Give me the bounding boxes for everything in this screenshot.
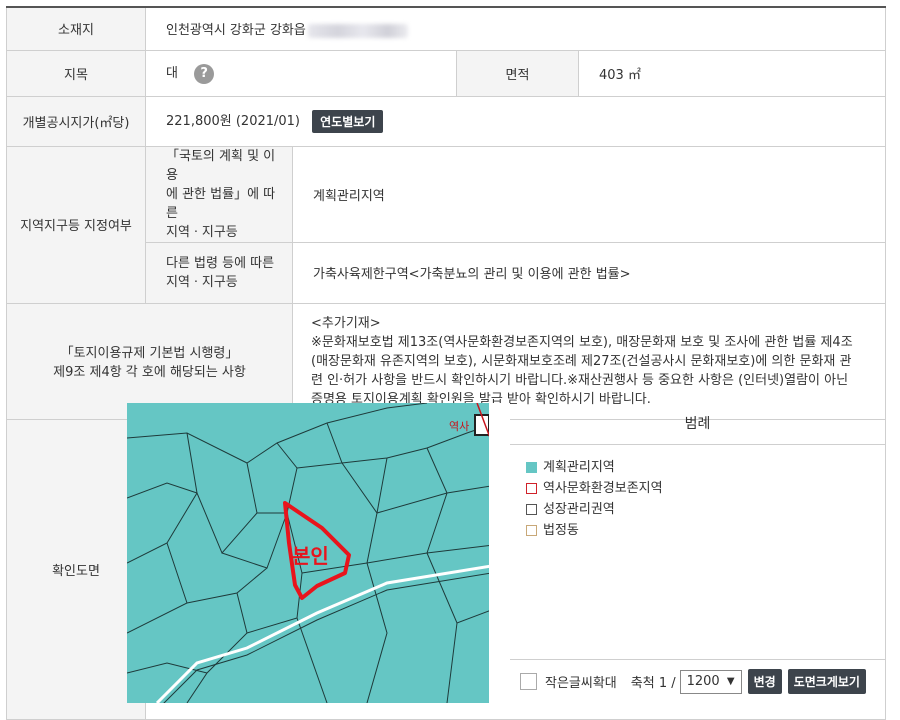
zoning-row-1: 지역지구등 지정여부 「국토의 계획 및 이용 에 관한 법률」에 따른 지역ㆍ… xyxy=(6,145,887,304)
large-map-button[interactable]: 도면크게보기 xyxy=(787,669,866,694)
land-use-plan-panel: 소재지 인천광역시 강화군 강화읍 지목 대 ? 면적 403 ㎡ 개별공시지가… xyxy=(6,6,887,720)
note-line: 련 인·허가 사항을 반드시 확인하시기 바랍니다.※재산권행사 등 중요한 사… xyxy=(311,372,849,388)
yearly-view-button[interactable]: 연도별보기 xyxy=(312,109,384,133)
scale-select[interactable]: 1200 ▼ xyxy=(679,669,742,694)
zoning-value-2: 가축사육제한구역<가축분뇨의 관리 및 이용에 관한 법률> xyxy=(291,241,887,304)
legend-swatch xyxy=(526,462,537,473)
legend-item-label: 성장관리권역 xyxy=(543,502,615,517)
official-price-label: 개별공시지가(㎡당) xyxy=(6,95,146,147)
legend-item-label: 법정동 xyxy=(543,523,579,538)
change-scale-button[interactable]: 변경 xyxy=(747,669,782,694)
zoning-sub-label-2: 다른 법령 등에 따른 지역ㆍ지구등 xyxy=(145,241,293,304)
location-value-cell: 인천광역시 강화군 강화읍 xyxy=(144,6,887,51)
enforcement-row: 「토지이용규제 기본법 시행령」 제9조 제4항 각 호에 해당되는 사항 <추… xyxy=(6,302,887,420)
chevron-down-icon: ▼ xyxy=(726,676,735,687)
legend-item-label: 역사문화환경보존지역 xyxy=(543,481,663,496)
small-text-zoom-checkbox[interactable] xyxy=(520,673,537,690)
map-controls: 작은글씨확대 축척 1 / 1200 ▼ 변경 도면크게보기 xyxy=(510,659,885,703)
legend-item-heritage: 역사문화환경보존지역 xyxy=(526,478,869,499)
note-line: <추가기재> xyxy=(311,315,381,331)
legend-panel: 범례 계획관리지역 역사문화환경보존지역 성장관리권역 법정동 작은글씨확대 축… xyxy=(510,403,885,703)
scale-label: 축척 1 / xyxy=(630,676,676,691)
zoning-sub-label-1-line: 지역ㆍ지구등 xyxy=(166,224,238,240)
enforcement-label-line: 제9조 제4항 각 호에 해당되는 사항 xyxy=(53,365,246,380)
map-svg: 본인 역사 xyxy=(127,403,510,703)
redacted-address xyxy=(307,23,408,38)
area-label: 면적 xyxy=(456,49,579,97)
map-corner-text: 역사 xyxy=(449,420,469,433)
legend-list: 계획관리지역 역사문화환경보존지역 성장관리권역 법정동 xyxy=(510,445,885,553)
confirmation-map[interactable]: 본인 역사 xyxy=(127,403,510,703)
enforcement-label: 「토지이용규제 기본법 시행령」 제9조 제4항 각 호에 해당되는 사항 xyxy=(6,302,293,420)
land-category-value: 대 xyxy=(166,66,178,82)
zoning-value-1: 계획관리지역 xyxy=(291,145,887,243)
enforcement-note: <추가기재> ※문화재보호법 제13조(역사문화환경보존지역의 보호), 매장문… xyxy=(291,302,887,420)
legend-item-plan-area: 계획관리지역 xyxy=(526,457,869,478)
land-category-label: 지목 xyxy=(6,49,146,97)
small-text-zoom-label: 작은글씨확대 xyxy=(545,676,617,691)
note-line: ※문화재보호법 제13조(역사문화환경보존지역의 보호), 매장문화재 보호 및… xyxy=(311,334,853,350)
legend-item-growth: 성장관리권역 xyxy=(526,499,869,520)
scale-value: 1200 xyxy=(686,674,720,689)
area-value: 403 ㎡ xyxy=(577,49,887,97)
zoning-sub-label-1-line: 「국토의 계획 및 이용 xyxy=(166,148,276,183)
legend-item-legal-dong: 법정동 xyxy=(526,520,869,541)
legend-title: 범례 xyxy=(510,403,885,445)
official-price-value: 221,800원 (2021/01) xyxy=(166,113,301,129)
zoning-sub-label-1-line: 에 관한 법률」에 따른 xyxy=(166,186,276,221)
zoning-label: 지역지구등 지정여부 xyxy=(6,145,146,304)
legend-item-label: 계획관리지역 xyxy=(543,460,615,475)
zoning-sub-label-2-line: 지역ㆍ지구등 xyxy=(166,274,238,290)
legend-swatch xyxy=(526,525,537,536)
price-row: 개별공시지가(㎡당) 221,800원 (2021/01) 연도별보기 xyxy=(6,95,887,147)
map-label: 확인도면 xyxy=(6,418,146,720)
location-label: 소재지 xyxy=(6,6,146,51)
location-value: 인천광역시 강화군 강화읍 xyxy=(166,23,306,39)
location-row: 소재지 인천광역시 강화군 강화읍 xyxy=(6,6,887,51)
note-line: (매장문화재 유존지역의 보호), 시문화재보호조례 제27조(건설공사시 문화… xyxy=(311,353,852,369)
official-price-cell: 221,800원 (2021/01) 연도별보기 xyxy=(144,95,887,147)
legend-swatch xyxy=(526,483,537,494)
map-edge-band xyxy=(489,403,510,703)
zoning-sub-label-1: 「국토의 계획 및 이용 에 관한 법률」에 따른 지역ㆍ지구등 xyxy=(145,145,293,243)
zoning-sub-label-2-line: 다른 법령 등에 따른 xyxy=(166,255,275,271)
parcel-label: 본인 xyxy=(292,544,329,568)
enforcement-label-line: 「토지이용규제 기본법 시행령」 xyxy=(60,346,239,361)
land-category-cell: 대 ? xyxy=(145,49,457,97)
help-icon[interactable]: ? xyxy=(194,63,215,84)
legend-swatch xyxy=(526,504,537,515)
category-row: 지목 대 ? 면적 403 ㎡ xyxy=(6,49,887,97)
